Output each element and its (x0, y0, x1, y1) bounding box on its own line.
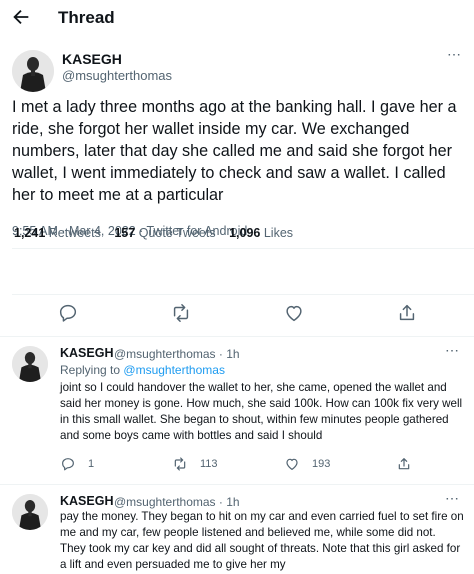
divider (12, 294, 474, 295)
share-icon[interactable] (396, 302, 418, 324)
retweet-action[interactable]: 113 (172, 456, 218, 472)
reply-count: 1 (88, 458, 95, 470)
more-options-icon[interactable]: ⋯ (445, 490, 460, 507)
divider (12, 248, 474, 249)
tweet-text: I met a lady three months ago at the ban… (12, 98, 457, 204)
more-options-icon[interactable]: ⋯ (447, 46, 462, 63)
tweet-stats: 1,241 Retweets 157 Quote Tweets 1,096 Li… (14, 226, 303, 240)
avatar[interactable] (12, 494, 48, 530)
like-icon[interactable] (283, 302, 305, 324)
author-handle[interactable]: @msughterthomas · 1h (114, 495, 240, 509)
replying-to: Replying to @msughterthomas (60, 363, 225, 377)
divider (0, 336, 474, 337)
author-handle[interactable]: @msughterthomas · 1h (114, 347, 240, 361)
share-icon (398, 458, 410, 470)
quote-tweets-stat[interactable]: 157 Quote Tweets (114, 226, 215, 240)
tweet-actions (0, 302, 474, 328)
retweet-icon[interactable] (170, 302, 192, 324)
like-count: 193 (312, 458, 331, 470)
author-handle[interactable]: @msughterthomas (62, 68, 172, 83)
more-options-icon[interactable]: ⋯ (445, 342, 460, 359)
person-avatar-icon (12, 50, 54, 92)
person-avatar-icon (12, 346, 48, 382)
reply-icon (62, 458, 74, 471)
like-icon (286, 458, 298, 470)
author-name[interactable]: KASEGH (62, 51, 122, 67)
divider (0, 484, 474, 485)
avatar[interactable] (12, 50, 54, 92)
reply-actions: 1 113 193 (60, 456, 460, 474)
page-title: Thread (58, 8, 115, 27)
reply-icon[interactable] (57, 302, 79, 324)
share-action[interactable] (396, 456, 412, 472)
back-arrow-icon[interactable] (10, 6, 32, 28)
reply-text: joint so I could handover the wallet to … (60, 381, 463, 442)
retweet-icon (174, 457, 186, 471)
avatar[interactable] (12, 346, 48, 382)
likes-stat[interactable]: 1,096 Likes (229, 226, 293, 240)
reply-tweet[interactable]: KASEGH @msughterthomas · 1h ⋯ Replying t… (0, 338, 474, 486)
reply-action[interactable]: 1 (60, 456, 94, 472)
thread-header: Thread (0, 0, 474, 38)
reply-text: pay the money. They began to hit on my c… (60, 510, 464, 571)
like-action[interactable]: 193 (284, 456, 330, 472)
person-avatar-icon (12, 494, 48, 530)
mention-link[interactable]: @msughterthomas (123, 363, 225, 377)
author-name[interactable]: KASEGH (60, 346, 113, 360)
retweet-count: 113 (200, 458, 218, 470)
retweets-stat[interactable]: 1,241 Retweets (14, 226, 101, 240)
reply-tweet[interactable]: KASEGH @msughterthomas · 1h ⋯ pay the mo… (0, 486, 474, 574)
author-name[interactable]: KASEGH (60, 494, 113, 508)
